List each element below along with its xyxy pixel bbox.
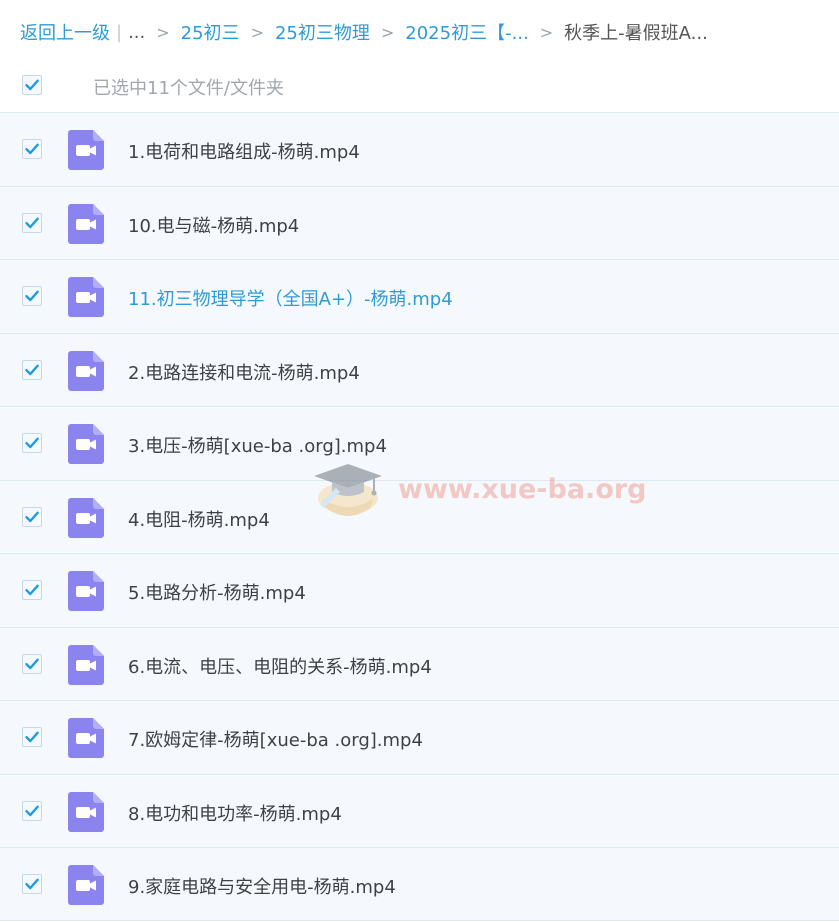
select-all-checkbox[interactable] <box>22 75 42 95</box>
file-name[interactable]: 7.欧姆定律-杨萌[xue-ba .org].mp4 <box>128 726 423 752</box>
video-file-icon <box>68 130 104 170</box>
file-name[interactable]: 11.初三物理导学（全国A+）-杨萌.mp4 <box>128 285 453 311</box>
video-file-icon <box>68 424 104 464</box>
video-file-icon <box>68 718 104 758</box>
breadcrumb-separator-icon: > <box>156 22 170 42</box>
file-checkbox[interactable] <box>22 874 42 894</box>
file-name[interactable]: 5.电路分析-杨萌.mp4 <box>128 579 306 605</box>
video-file-icon <box>68 865 104 905</box>
file-name[interactable]: 2.电路连接和电流-杨萌.mp4 <box>128 359 360 385</box>
breadcrumb-item[interactable]: 2025初三【-... <box>405 19 528 45</box>
file-row[interactable]: 7.欧姆定律-杨萌[xue-ba .org].mp4 <box>0 700 839 774</box>
video-file-icon <box>68 791 104 832</box>
checkmark-icon <box>25 584 39 596</box>
breadcrumb-separator-icon: > <box>380 22 395 42</box>
file-list: 1.电荷和电路组成-杨萌.mp4 10.电与磁-杨萌.mp4 11.初三物理导学（全… <box>0 112 839 921</box>
back-link[interactable]: 返回上一级 <box>20 19 110 45</box>
breadcrumb-ellipsis[interactable]: ... <box>128 22 145 43</box>
checkmark-icon <box>25 805 39 816</box>
video-file-icon <box>68 203 104 244</box>
file-row[interactable]: 6.电流、电压、电阻的关系-杨萌.mp4 <box>0 626 839 700</box>
checkmark-icon <box>25 437 39 449</box>
file-row[interactable]: 1.电荷和电路组成-杨萌.mp4 <box>0 112 839 186</box>
file-name[interactable]: 8.电功和电功率-杨萌.mp4 <box>128 800 342 826</box>
video-file-icon <box>68 350 104 391</box>
file-row[interactable]: 5.电路分析-杨萌.mp4 <box>0 553 839 627</box>
video-file-icon <box>68 277 104 317</box>
file-checkbox[interactable] <box>22 433 42 453</box>
checkmark-icon <box>25 143 39 155</box>
checkmark-icon <box>25 878 39 890</box>
breadcrumb-separator-icon: > <box>250 22 264 42</box>
file-row[interactable]: 10.电与磁-杨萌.mp4 <box>0 185 839 259</box>
checkmark-icon <box>25 511 39 522</box>
checkmark-icon <box>25 217 39 228</box>
file-row[interactable]: 9.家庭电路与安全用电-杨萌.mp4 <box>0 847 839 921</box>
breadcrumb-separator-icon: > <box>539 22 554 42</box>
checkmark-icon <box>25 731 39 743</box>
file-name[interactable]: 1.电荷和电路组成-杨萌.mp4 <box>128 138 360 164</box>
selection-count: 已选中11个文件/文件夹 <box>93 78 284 99</box>
file-checkbox[interactable] <box>22 139 42 159</box>
checkmark-icon <box>25 364 39 375</box>
file-row[interactable]: 11.初三物理导学（全国A+）-杨萌.mp4 <box>0 259 839 333</box>
video-file-icon <box>68 571 104 611</box>
video-file-icon <box>68 644 104 685</box>
file-row[interactable]: 8.电功和电功率-杨萌.mp4 <box>0 773 839 847</box>
file-checkbox[interactable] <box>22 359 42 380</box>
file-checkbox[interactable] <box>22 212 42 233</box>
file-name[interactable]: 10.电与磁-杨萌.mp4 <box>128 212 299 238</box>
breadcrumb: 返回上一级 | ... > 25初三 > 25初三物理 > 2025初三【-..… <box>20 18 708 46</box>
breadcrumb-divider: | <box>116 21 123 43</box>
checkmark-icon <box>25 658 39 669</box>
selection-bar: 已选中11个文件/文件夹 <box>0 66 839 104</box>
file-name[interactable]: 4.电阻-杨萌.mp4 <box>128 506 270 532</box>
file-checkbox[interactable] <box>22 727 42 747</box>
file-row[interactable]: 2.电路连接和电流-杨萌.mp4 <box>0 332 839 406</box>
breadcrumb-item[interactable]: 25初三 <box>181 19 240 45</box>
file-name[interactable]: 3.电压-杨萌[xue-ba .org].mp4 <box>128 432 387 458</box>
file-name[interactable]: 9.家庭电路与安全用电-杨萌.mp4 <box>128 873 396 899</box>
file-checkbox[interactable] <box>22 286 42 306</box>
file-browser: 返回上一级 | ... > 25初三 > 25初三物理 > 2025初三【-..… <box>0 0 839 922</box>
video-file-icon <box>68 497 104 538</box>
file-checkbox[interactable] <box>22 653 42 674</box>
file-name[interactable]: 6.电流、电压、电阻的关系-杨萌.mp4 <box>128 653 432 679</box>
checkmark-icon <box>25 79 39 91</box>
checkmark-icon <box>25 290 39 302</box>
file-checkbox[interactable] <box>22 580 42 600</box>
file-row[interactable]: 3.电压-杨萌[xue-ba .org].mp4 <box>0 406 839 480</box>
file-row[interactable]: 4.电阻-杨萌.mp4 <box>0 479 839 553</box>
breadcrumb-item[interactable]: 25初三物理 <box>275 19 370 45</box>
file-checkbox[interactable] <box>22 506 42 527</box>
breadcrumb-current: 秋季上-暑假班A... <box>564 23 708 44</box>
file-checkbox[interactable] <box>22 800 42 821</box>
